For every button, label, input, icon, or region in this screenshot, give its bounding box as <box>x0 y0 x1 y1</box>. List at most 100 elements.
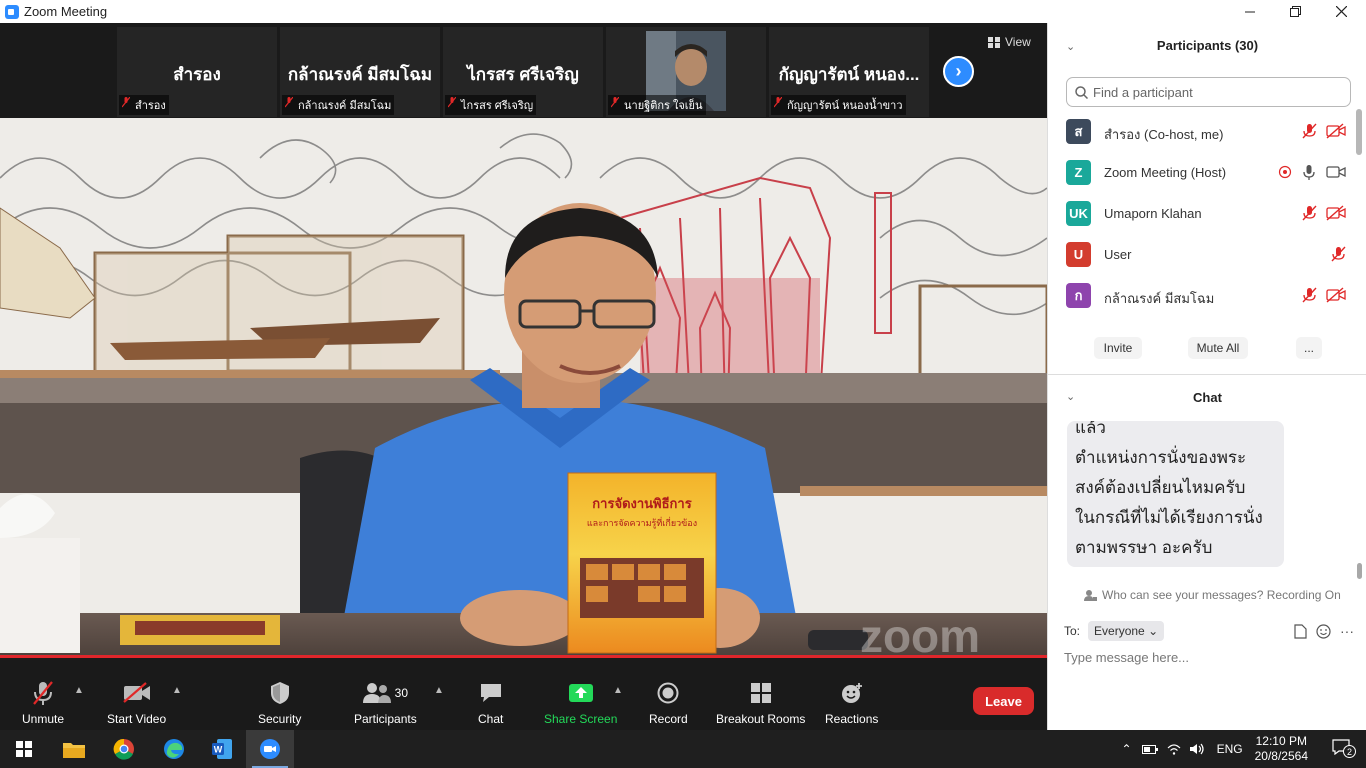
participant-thumbnail[interactable]: สำรอง สำรอง <box>117 27 277 117</box>
participant-row[interactable]: ก กล้าณรงค์ มีสมโฉม <box>1048 275 1354 315</box>
mic-muted-icon <box>1302 123 1317 139</box>
notification-center-button[interactable]: 2 <box>1332 739 1356 759</box>
taskbar-clock[interactable]: 12:10 PM 20/8/2564 <box>1255 734 1308 764</box>
window-title-bar: Zoom Meeting <box>0 0 1366 23</box>
windows-taskbar: W ⌃ ENG 12:10 PM 20/8/2564 2 <box>0 730 1366 768</box>
mic-on-icon <box>1303 165 1315 180</box>
mic-muted-icon <box>774 97 782 108</box>
video-on-icon <box>1326 166 1346 178</box>
wifi-icon[interactable] <box>1167 743 1181 755</box>
mic-muted-icon <box>285 97 293 108</box>
close-icon <box>1335 6 1347 17</box>
minimize-button[interactable] <box>1227 0 1273 23</box>
close-button[interactable] <box>1318 0 1364 23</box>
thumbnail-display-name: ไกรสร ศรีเจริญ <box>467 65 579 84</box>
mic-muted-icon <box>611 97 619 108</box>
maximize-button[interactable] <box>1272 0 1318 23</box>
audio-options-caret[interactable]: ▲ <box>74 685 84 696</box>
search-icon <box>1075 85 1088 99</box>
window-title: Zoom Meeting <box>24 4 108 19</box>
chat-message-input[interactable]: Type message here... <box>1064 650 1189 665</box>
battery-icon[interactable] <box>1141 743 1158 755</box>
chat-bubble-icon <box>480 684 501 702</box>
taskbar-file-explorer[interactable] <box>50 730 98 768</box>
recipient-select[interactable]: Everyone ⌄ <box>1088 621 1165 641</box>
edge-icon <box>164 739 184 759</box>
reactions-button[interactable]: Reactions <box>825 680 878 728</box>
volume-icon[interactable] <box>1189 743 1205 755</box>
next-page-button[interactable]: › <box>943 56 974 87</box>
mic-muted-icon <box>1302 205 1317 221</box>
windows-logo-icon <box>16 741 32 757</box>
mic-muted-icon <box>33 681 53 705</box>
thumbnail-label: สำรอง <box>119 95 169 115</box>
participants-count: 30 <box>394 686 409 700</box>
participants-icon <box>362 683 391 703</box>
chevron-up-icon[interactable]: ⌃ <box>1122 742 1132 756</box>
participants-button[interactable]: 30 Participants <box>354 680 417 728</box>
zoom-watermark: zoom <box>860 610 980 658</box>
chat-message: แล้ว ตำแหน่งการนั่งของพระ สงค์ต้องเปลี่ย… <box>1067 421 1284 567</box>
speaker-video-frame: การจัดงานพิธีการ และการจัดความรู้ที่เกี่… <box>0 118 1047 658</box>
participants-scrollbar[interactable] <box>1356 109 1362 155</box>
avatar: ส <box>1066 119 1091 144</box>
thumbnail-strip: สำรอง สำรอง กล้าณรงค์ มีสมโฉม กล้าณรงค์ … <box>0 23 1047 118</box>
participant-search-input[interactable]: Find a participant <box>1066 77 1351 107</box>
view-button[interactable]: View <box>988 35 1031 49</box>
privacy-note-link[interactable]: Who can see your messages? Recording On <box>1084 588 1341 602</box>
meeting-toolbar: Unmute ▲ Start Video ▲ Security 30 Parti… <box>0 675 1047 730</box>
participants-options-caret[interactable]: ▲ <box>434 685 444 696</box>
mute-all-button[interactable]: Mute All <box>1188 337 1248 359</box>
participant-row[interactable]: Z Zoom Meeting (Host) <box>1048 152 1354 192</box>
zoom-icon <box>260 739 280 759</box>
recording-indicator-bar <box>0 655 1047 658</box>
chat-scrollbar[interactable] <box>1357 563 1362 579</box>
file-icon[interactable] <box>1294 623 1307 639</box>
participant-thumbnail[interactable]: กัญญารัตน์ หนอง... กัญญารัตน์ หนองน้ำขาว <box>769 27 929 117</box>
taskbar-chrome[interactable] <box>100 730 148 768</box>
reactions-smiley-icon <box>841 683 862 703</box>
book-title-text: การจัดงานพิธีการ <box>592 496 691 511</box>
mic-muted-icon <box>1331 246 1346 262</box>
participant-thumbnail[interactable]: ไกรสร ศรีเจริญ ไกรสร ศรีเจริญ <box>443 27 603 117</box>
chevron-down-icon: ⌄ <box>1148 624 1159 638</box>
participant-thumbnail[interactable]: กล้าณรงค์ มีสมโฉม กล้าณรงค์ มีสมโฉม <box>280 27 440 117</box>
word-icon: W <box>212 739 232 759</box>
share-screen-button[interactable]: Share Screen <box>544 680 617 728</box>
taskbar-word[interactable]: W <box>198 730 246 768</box>
start-video-button[interactable]: Start Video <box>107 680 166 728</box>
more-chat-options-icon[interactable]: ··· <box>1340 623 1354 639</box>
input-language[interactable]: ENG <box>1217 742 1243 756</box>
side-panel: ⌄ Participants (30) Find a participant ส… <box>1047 23 1366 730</box>
chat-header: Chat <box>1193 390 1222 405</box>
unmute-button[interactable]: Unmute <box>22 680 64 728</box>
taskbar-zoom[interactable] <box>246 730 294 768</box>
active-speaker-video: การจัดงานพิธีการ และการจัดความรู้ที่เกี่… <box>0 118 1047 658</box>
thumbnail-display-name: สำรอง <box>173 65 221 84</box>
participant-thumbnail-video[interactable]: นายฐิติกร ใจเย็น <box>606 27 766 117</box>
participants-header: Participants (30) <box>1156 38 1259 53</box>
participant-row[interactable]: U User <box>1048 234 1354 274</box>
video-options-caret[interactable]: ▲ <box>172 685 182 696</box>
notification-count-badge: 2 <box>1343 745 1356 758</box>
thumbnail-display-name: กัญญารัตน์ หนอง... <box>778 65 920 84</box>
record-button[interactable]: Record <box>649 680 688 728</box>
invite-button[interactable]: Invite <box>1094 337 1142 359</box>
security-button[interactable]: Security <box>258 680 301 728</box>
participant-row[interactable]: UK Umaporn Klahan <box>1048 193 1354 233</box>
chevron-right-icon: › <box>955 61 962 81</box>
share-options-caret[interactable]: ▲ <box>613 685 623 696</box>
book-subtitle-text: และการจัดความรู้ที่เกี่ยวข้อง <box>587 516 697 529</box>
system-tray: ⌃ ENG 12:10 PM 20/8/2564 2 <box>1122 730 1366 768</box>
emoji-icon[interactable] <box>1316 623 1331 639</box>
chat-recipient-row: To: Everyone ⌄ ··· <box>1064 620 1354 642</box>
leave-button[interactable]: Leave <box>973 687 1034 715</box>
taskbar-edge[interactable] <box>150 730 198 768</box>
meeting-area: สำรอง สำรอง กล้าณรงค์ มีสมโฉม กล้าณรงค์ … <box>0 23 1047 675</box>
breakout-rooms-button[interactable]: Breakout Rooms <box>716 680 805 728</box>
video-off-icon <box>122 682 150 703</box>
participant-row[interactable]: ส สำรอง (Co-host, me) <box>1048 111 1354 151</box>
chat-button[interactable]: Chat <box>478 680 503 728</box>
start-button[interactable] <box>0 730 48 768</box>
more-options-button[interactable]: ... <box>1296 337 1322 359</box>
